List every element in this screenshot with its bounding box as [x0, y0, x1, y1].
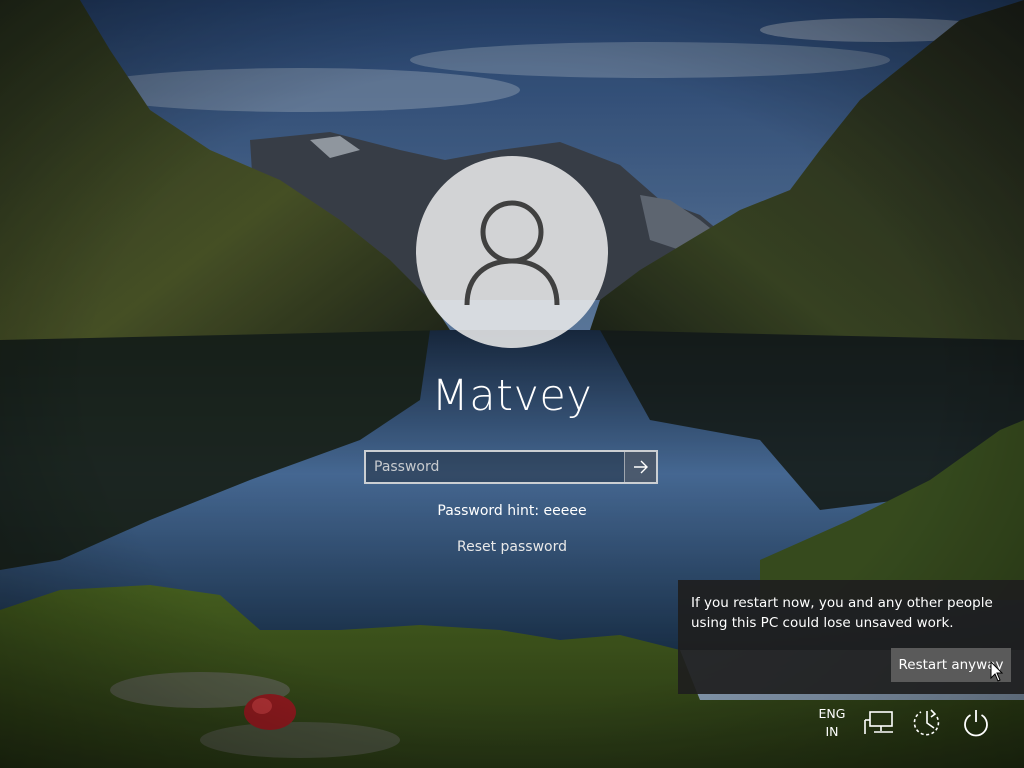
reset-password-link[interactable]: Reset password — [362, 539, 662, 555]
power-button[interactable] — [958, 705, 994, 741]
user-icon — [464, 200, 560, 306]
arrow-right-icon — [633, 460, 648, 474]
network-button[interactable] — [861, 705, 897, 741]
password-input[interactable] — [366, 452, 624, 482]
mouse-cursor-icon — [990, 661, 1004, 682]
ease-of-access-icon — [913, 709, 940, 736]
user-avatar — [416, 156, 608, 348]
language-region: IN — [825, 724, 839, 739]
password-box — [364, 450, 658, 484]
password-hint: Password hint: eeeee — [437, 503, 587, 519]
network-icon — [864, 711, 893, 734]
power-icon — [964, 710, 988, 737]
ease-of-access-button[interactable] — [909, 705, 945, 741]
restart-warning-message: If you restart now, you and any other pe… — [691, 595, 993, 631]
language-code: ENG — [818, 706, 846, 721]
restart-warning-dialog: If you restart now, you and any other pe… — [678, 580, 1024, 694]
lock-screen: Matvey Password hint: eeeee Reset passwo… — [0, 0, 1024, 768]
user-name: Matvey — [431, 371, 593, 421]
language-indicator[interactable]: ENG IN — [814, 705, 850, 741]
submit-password-button[interactable] — [624, 452, 656, 482]
